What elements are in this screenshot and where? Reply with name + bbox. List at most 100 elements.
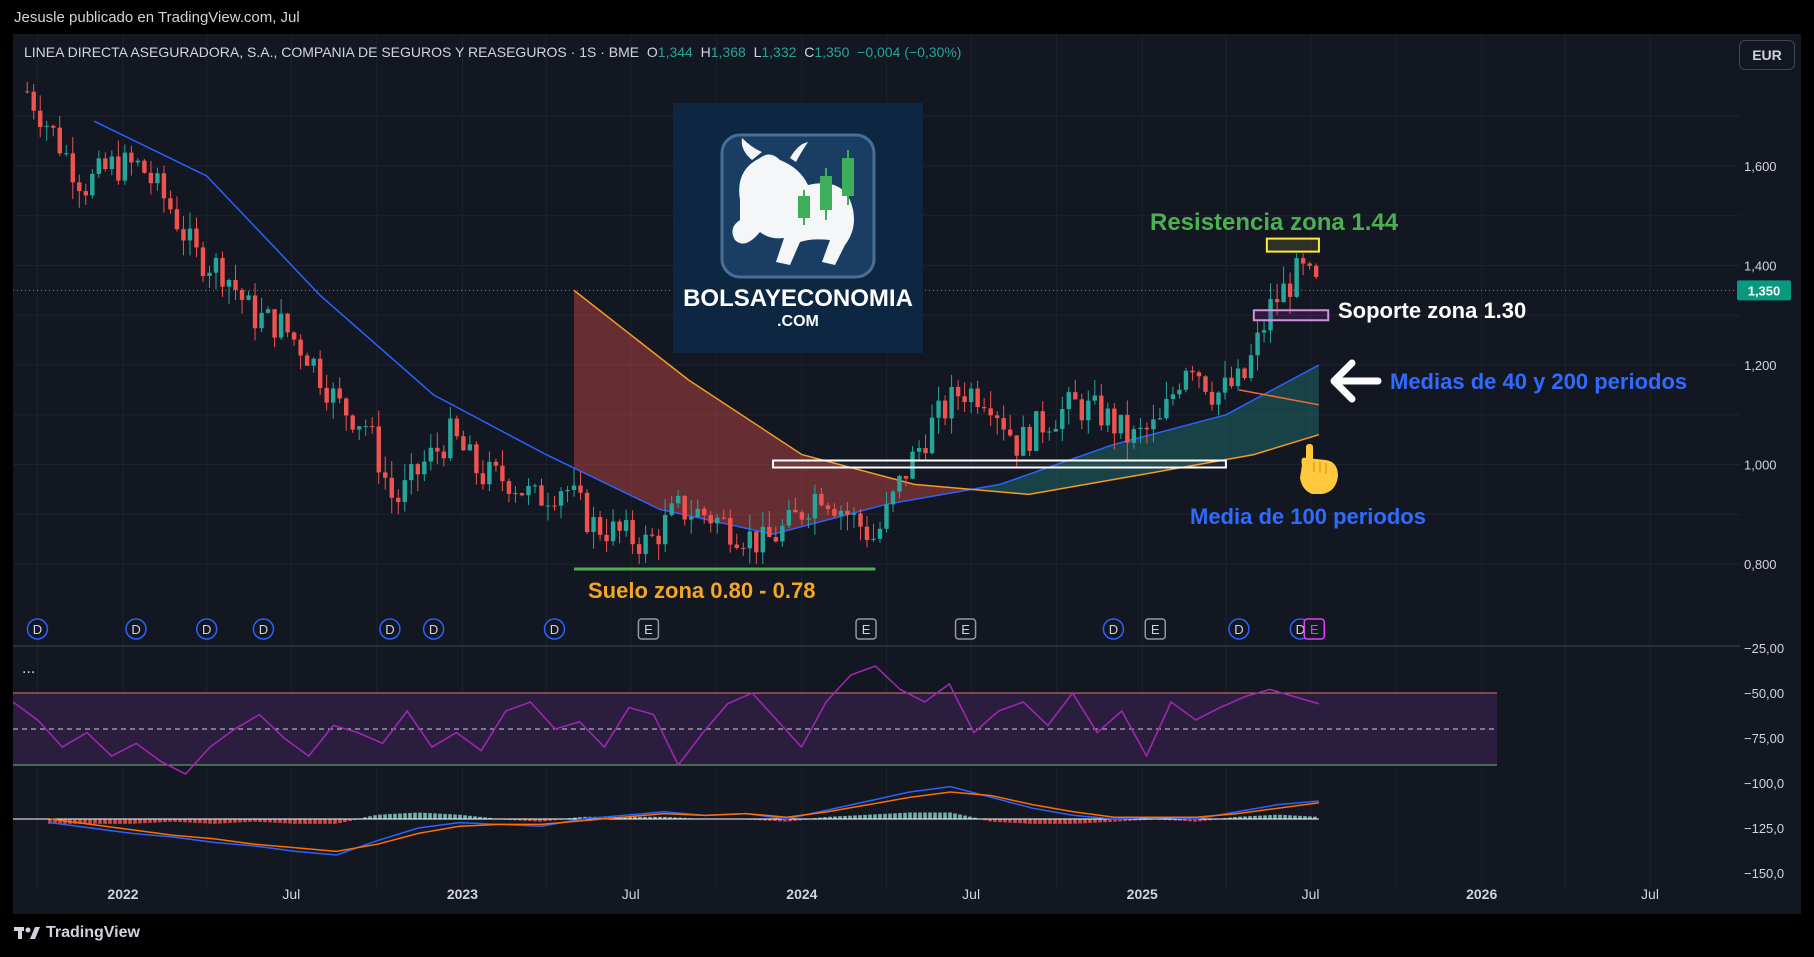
candle[interactable] <box>493 458 499 472</box>
candle[interactable] <box>304 352 310 366</box>
candle[interactable] <box>656 529 661 561</box>
candle[interactable] <box>291 331 297 346</box>
candle[interactable] <box>226 278 232 304</box>
candle[interactable] <box>968 382 974 414</box>
indicator-pane[interactable] <box>12 665 1497 856</box>
candle[interactable] <box>1092 380 1098 405</box>
candle[interactable] <box>571 469 577 497</box>
candle[interactable] <box>1281 266 1286 303</box>
candle[interactable] <box>1157 407 1163 421</box>
event-markers[interactable]: DDDDDDDEEEDEDDE <box>26 618 1326 640</box>
candle[interactable] <box>467 435 473 451</box>
candle[interactable] <box>519 492 525 497</box>
candle[interactable] <box>552 496 557 511</box>
candle[interactable] <box>1222 361 1228 400</box>
candle[interactable] <box>116 140 121 185</box>
candle[interactable] <box>161 165 167 213</box>
candle[interactable] <box>1203 375 1208 395</box>
candle[interactable] <box>741 542 746 556</box>
candle[interactable] <box>1099 383 1104 431</box>
candle[interactable] <box>187 212 193 256</box>
event-marker-E[interactable]: E <box>855 618 877 640</box>
candle[interactable] <box>1060 396 1065 442</box>
candle[interactable] <box>864 515 870 548</box>
candle[interactable] <box>1235 359 1241 391</box>
breakout-zone[interactable] <box>772 459 1227 469</box>
candle[interactable] <box>409 453 414 495</box>
candle[interactable] <box>526 477 531 505</box>
candle[interactable] <box>259 297 264 333</box>
time-axis[interactable]: 2022 Jul 2023 Jul 2024 Jul 2025 Jul 2026 Jul <box>107 886 1659 902</box>
candle[interactable] <box>474 441 479 485</box>
event-marker-E[interactable]: E <box>954 618 977 640</box>
candle[interactable] <box>623 509 629 537</box>
candle[interactable] <box>142 159 147 174</box>
event-marker-E[interactable]: E <box>637 618 660 640</box>
candle[interactable] <box>929 404 935 455</box>
candle[interactable] <box>311 357 316 373</box>
candle[interactable] <box>1040 401 1045 444</box>
candle[interactable] <box>949 374 954 434</box>
candle[interactable] <box>233 264 238 301</box>
candle[interactable] <box>734 533 739 550</box>
candle[interactable] <box>83 183 89 205</box>
candle[interactable] <box>96 150 102 178</box>
candle[interactable] <box>343 397 349 431</box>
candle[interactable] <box>1229 366 1234 389</box>
candle[interactable] <box>435 432 440 465</box>
symbol-legend[interactable]: LINEA DIRECTA ASEGURADORA, S.A., COMPANI… <box>24 44 961 60</box>
candle[interactable] <box>942 395 948 426</box>
candle[interactable] <box>174 196 180 232</box>
candle[interactable] <box>181 215 186 256</box>
price-axis[interactable]: 1,600 1,400 1,200 1,000 0,800 1,350 −25,00 −50,… <box>1737 159 1791 881</box>
candle[interactable] <box>604 518 609 552</box>
candle[interactable] <box>1242 367 1247 381</box>
candle[interactable] <box>539 478 544 507</box>
candle[interactable] <box>317 350 323 396</box>
candle[interactable] <box>285 312 290 338</box>
candle[interactable] <box>363 419 368 436</box>
candle[interactable] <box>90 169 95 199</box>
event-marker-D[interactable]: D <box>26 618 49 640</box>
currency-button[interactable]: EUR <box>1739 40 1795 70</box>
indicator-menu-button[interactable]: ... <box>22 660 35 678</box>
event-marker-D[interactable]: D <box>422 618 445 640</box>
event-marker-D[interactable]: D <box>1102 618 1125 640</box>
candle[interactable] <box>1118 414 1124 439</box>
candle[interactable] <box>506 478 512 503</box>
candle[interactable] <box>597 510 603 541</box>
candle[interactable] <box>617 519 622 544</box>
candle[interactable] <box>858 509 863 541</box>
candle[interactable] <box>357 425 362 441</box>
candle[interactable] <box>51 124 56 137</box>
candle[interactable] <box>200 241 206 283</box>
candle[interactable] <box>649 527 655 538</box>
candle[interactable] <box>923 434 928 461</box>
candle[interactable] <box>1190 365 1195 381</box>
candle[interactable] <box>1183 367 1189 393</box>
candle[interactable] <box>962 382 967 413</box>
candle[interactable] <box>461 430 466 451</box>
candle[interactable] <box>1170 386 1176 406</box>
candle[interactable] <box>558 487 564 519</box>
candle[interactable] <box>454 415 460 440</box>
candle[interactable] <box>415 462 420 492</box>
candle[interactable] <box>213 253 219 290</box>
event-marker-D[interactable]: D <box>252 618 275 640</box>
candle[interactable] <box>1255 320 1260 371</box>
candle[interactable] <box>955 380 961 411</box>
event-marker-D[interactable]: D <box>125 618 147 640</box>
candle[interactable] <box>890 489 896 513</box>
candle[interactable] <box>513 486 518 503</box>
candle[interactable] <box>988 391 993 427</box>
candle[interactable] <box>487 451 492 492</box>
candle[interactable] <box>1300 253 1306 276</box>
candle[interactable] <box>441 445 447 467</box>
support-zone[interactable] <box>1252 309 1330 322</box>
candle[interactable] <box>252 283 258 341</box>
price-chart[interactable]: DDDDDDDEEEDEDDE 1,6001,4001,2001,0000,80… <box>0 0 1814 957</box>
candle[interactable] <box>70 136 75 200</box>
candle[interactable] <box>1047 427 1052 441</box>
candle[interactable] <box>532 483 538 493</box>
candle[interactable] <box>109 150 115 176</box>
